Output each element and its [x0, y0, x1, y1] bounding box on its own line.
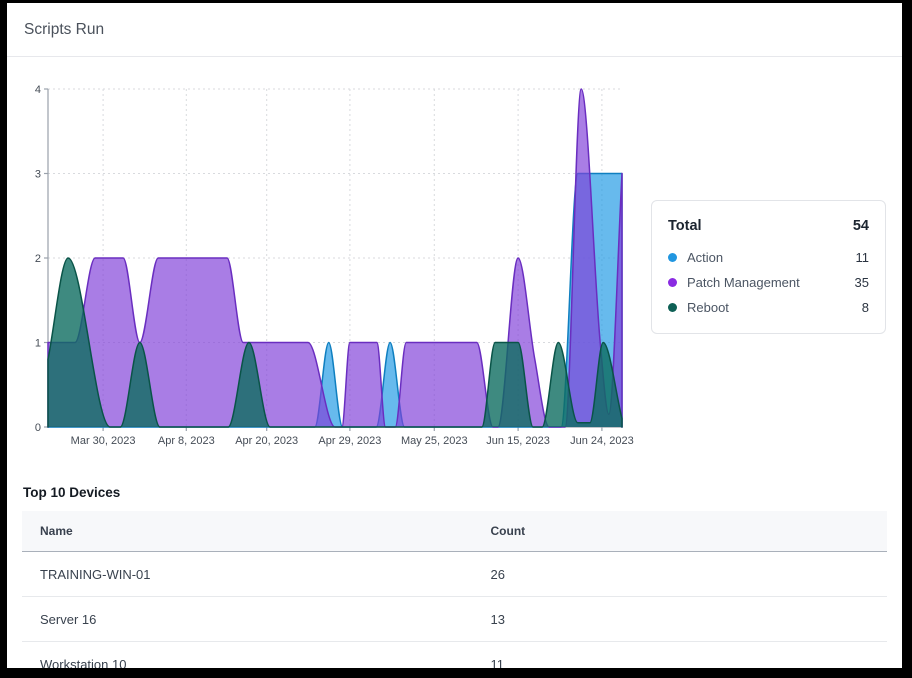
legend-item-label: Patch Management: [687, 275, 855, 290]
x-axis-label: Apr 8, 2023: [158, 435, 215, 447]
legend-item-value: 8: [862, 300, 869, 315]
table-header-row: Name Count: [22, 511, 887, 552]
device-name-cell: TRAINING-WIN-01: [22, 552, 473, 597]
legend-item-value: 35: [855, 275, 869, 290]
device-name-cell: Workstation 10: [22, 642, 473, 669]
legend-item-value: 11: [856, 250, 870, 265]
device-count-cell: 11: [473, 642, 888, 669]
legend-item-label: Action: [687, 250, 856, 265]
x-axis-label: Mar 30, 2023: [71, 435, 136, 447]
scripts-run-card: Scripts Run 0 1 2 3 4 Mar 30, 2023 Apr 8, 2023…: [7, 3, 902, 668]
x-axis-label: May 25, 2023: [401, 435, 468, 447]
y-axis-label: 2: [35, 253, 41, 265]
table-row[interactable]: Server 16 13: [22, 597, 887, 642]
action-series-dot: [668, 253, 677, 262]
x-axis-label: Apr 29, 2023: [318, 435, 381, 447]
y-axis-label: 3: [35, 169, 41, 181]
reboot-series-dot: [668, 303, 677, 312]
y-axis-label: 4: [35, 84, 41, 96]
y-axis-label: 1: [35, 338, 41, 350]
legend-total-label: Total: [668, 218, 702, 234]
x-axis-label: Jun 24, 2023: [570, 435, 634, 447]
legend-item-patch-management[interactable]: Patch Management 35: [668, 272, 869, 292]
device-name-cell: Server 16: [22, 597, 473, 642]
legend-total-row: Total 54: [668, 218, 869, 234]
table-row[interactable]: Workstation 10 11: [22, 642, 887, 669]
table-row[interactable]: TRAINING-WIN-01 26: [22, 552, 887, 597]
chart-legend: Total 54 Action 11 Patch Management 35 R…: [651, 200, 886, 334]
legend-item-action[interactable]: Action 11: [668, 247, 869, 267]
top-devices-section: Top 10 Devices Name Count TRAINING-WIN-0…: [22, 485, 887, 668]
page-title: Scripts Run: [24, 21, 104, 39]
device-count-cell: 13: [473, 597, 888, 642]
top-devices-table: Name Count TRAINING-WIN-01 26 Server 16 …: [22, 511, 887, 668]
card-header: Scripts Run: [7, 3, 902, 57]
patch-management-series-dot: [668, 278, 677, 287]
x-axis-label: Apr 20, 2023: [235, 435, 298, 447]
legend-item-label: Reboot: [687, 300, 862, 315]
column-header-count: Count: [473, 511, 888, 552]
legend-item-reboot[interactable]: Reboot 8: [668, 297, 869, 317]
top-devices-title: Top 10 Devices: [23, 485, 887, 500]
x-axis-label: Jun 15, 2023: [486, 435, 550, 447]
device-count-cell: 26: [473, 552, 888, 597]
column-header-name: Name: [22, 511, 473, 552]
scripts-run-chart: 0 1 2 3 4 Mar 30, 2023 Apr 8, 2023 Apr 20, 2023…: [12, 75, 682, 453]
y-axis-label: 0: [35, 422, 41, 434]
legend-total-value: 54: [853, 218, 869, 234]
